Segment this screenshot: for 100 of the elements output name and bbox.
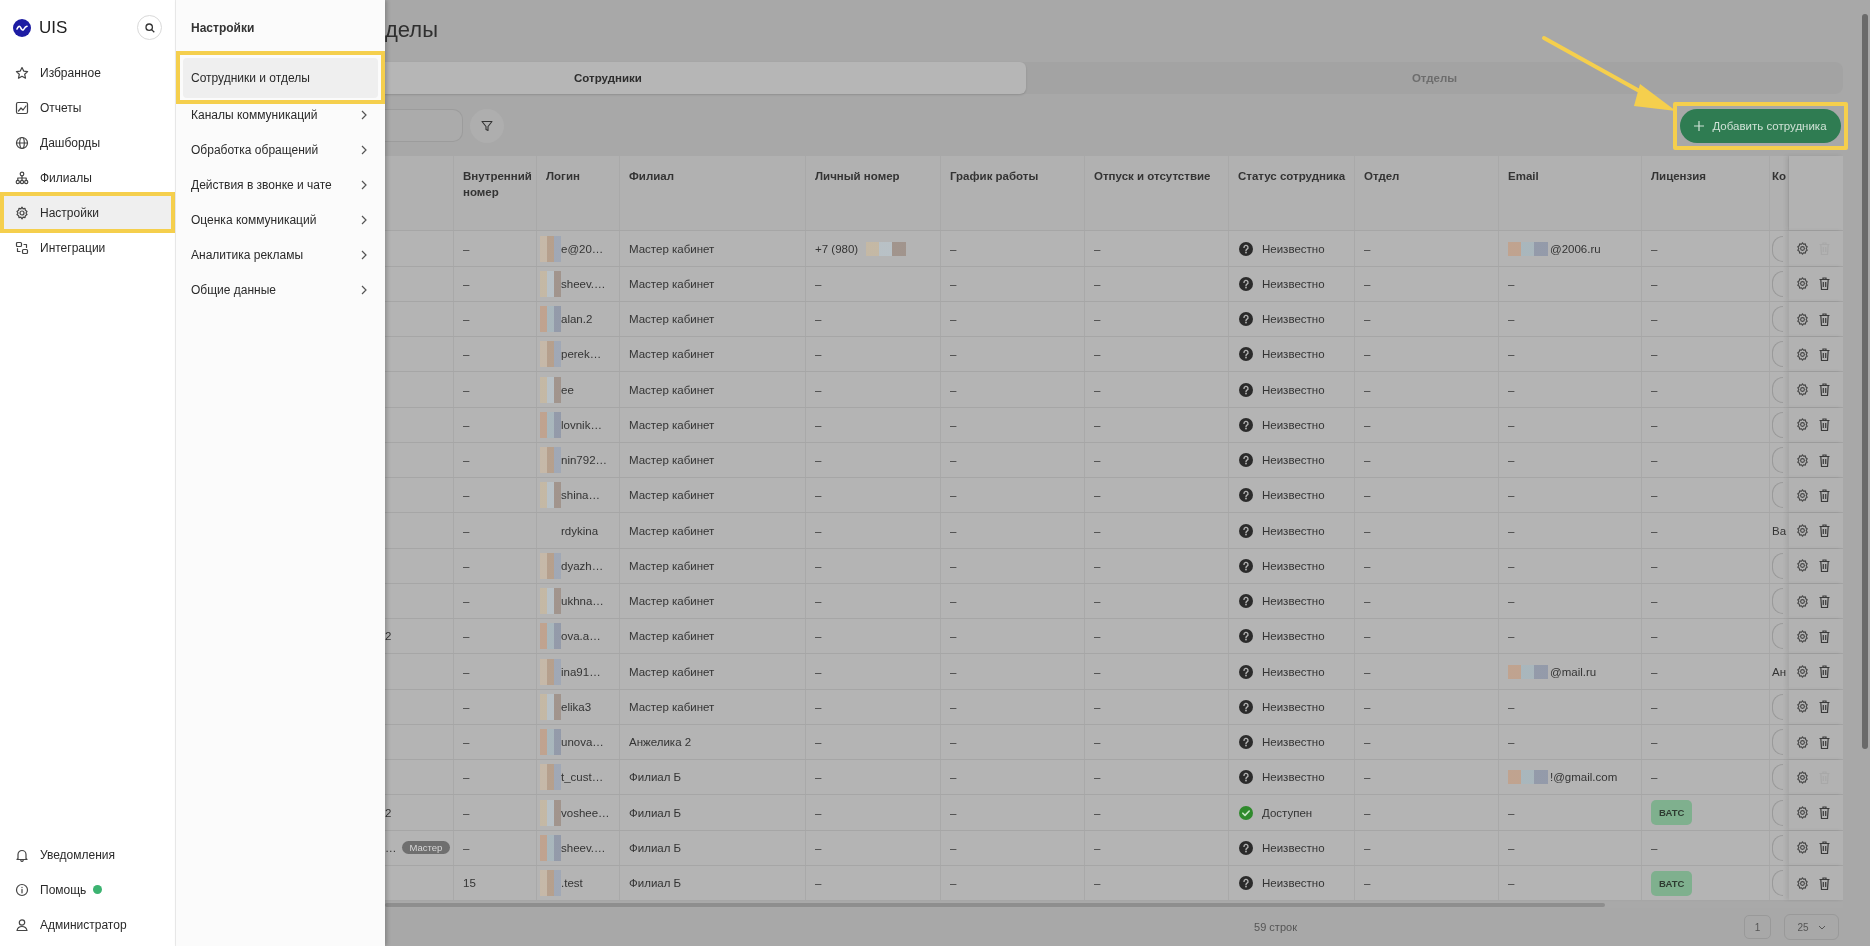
settings-button[interactable] bbox=[1796, 383, 1809, 397]
table-cell: 2 bbox=[385, 806, 392, 819]
sidebar-item[interactable]: Отчеты bbox=[0, 90, 175, 125]
table-cell: – bbox=[463, 313, 470, 326]
column-header[interactable]: Отдел bbox=[1364, 168, 1400, 185]
settings-button[interactable] bbox=[1796, 700, 1809, 714]
scrollbar[interactable] bbox=[1860, 0, 1870, 946]
sidebar-item[interactable]: Избранное bbox=[0, 55, 175, 90]
column-header[interactable]: Логин bbox=[546, 168, 580, 185]
column-header[interactable]: Филиал bbox=[629, 168, 674, 185]
sidebar-item[interactable]: Филиалы bbox=[0, 160, 175, 195]
delete-button[interactable] bbox=[1819, 735, 1830, 749]
delete-button[interactable] bbox=[1819, 277, 1830, 291]
trash-icon bbox=[1819, 347, 1830, 361]
table-cell: – bbox=[1651, 242, 1658, 255]
delete-button[interactable] bbox=[1819, 312, 1830, 326]
column-header[interactable]: Email bbox=[1508, 168, 1539, 185]
delete-button[interactable] bbox=[1819, 665, 1830, 679]
status-label: Неизвестно bbox=[1262, 559, 1325, 572]
sidebar-item[interactable]: Уведомления bbox=[0, 837, 175, 872]
delete-button[interactable] bbox=[1819, 559, 1830, 573]
table-cell: – bbox=[1364, 242, 1371, 255]
sidebar-item[interactable]: Помощь bbox=[0, 872, 175, 907]
delete-button[interactable] bbox=[1819, 418, 1830, 432]
table-cell: – bbox=[950, 313, 957, 326]
filter-button[interactable] bbox=[470, 109, 504, 143]
table-cell: – bbox=[1364, 771, 1371, 784]
delete-button[interactable] bbox=[1819, 383, 1830, 397]
submenu-item[interactable]: Каналы коммуникаций bbox=[176, 97, 385, 132]
submenu-item[interactable]: Общие данные bbox=[176, 272, 385, 307]
status-label: Неизвестно bbox=[1262, 595, 1325, 608]
table-cell: – bbox=[1651, 736, 1658, 749]
settings-button[interactable] bbox=[1796, 665, 1809, 679]
table-cell: – bbox=[815, 277, 822, 290]
settings-button[interactable] bbox=[1796, 806, 1809, 820]
column-header[interactable]: Лицензия bbox=[1651, 168, 1707, 185]
table-cell: – bbox=[1364, 665, 1371, 678]
settings-button[interactable] bbox=[1796, 524, 1809, 538]
delete-button[interactable] bbox=[1819, 700, 1830, 714]
settings-button[interactable] bbox=[1796, 770, 1809, 784]
column-header[interactable]: Внутренний номер bbox=[463, 168, 532, 201]
delete-button[interactable] bbox=[1819, 488, 1830, 502]
table-cell: Мастер кабинет bbox=[629, 630, 715, 643]
table-cell: – bbox=[1364, 841, 1371, 854]
sidebar-item[interactable]: Дашборды bbox=[0, 125, 175, 160]
column-header[interactable]: Отпуск и отсутствие bbox=[1094, 168, 1211, 185]
sidebar-item[interactable]: Интеграции bbox=[0, 230, 175, 265]
table-cell: – bbox=[1651, 630, 1658, 643]
table-cell: – bbox=[1508, 313, 1515, 326]
submenu-item[interactable]: Оценка коммуникаций bbox=[176, 202, 385, 237]
sidebar-item[interactable]: Настройки bbox=[4, 196, 171, 229]
table-cell: alan.2 bbox=[561, 313, 593, 326]
settings-button[interactable] bbox=[1796, 876, 1809, 890]
table-cell: – bbox=[1651, 771, 1658, 784]
settings-button[interactable] bbox=[1796, 277, 1809, 291]
submenu-item[interactable]: Аналитика рекламы bbox=[176, 237, 385, 272]
gear-icon bbox=[1796, 806, 1809, 820]
settings-button[interactable] bbox=[1796, 312, 1809, 326]
delete-button[interactable] bbox=[1819, 524, 1830, 538]
column-header[interactable]: График работы bbox=[950, 168, 1039, 185]
submenu-item[interactable]: Действия в звонке и чате bbox=[176, 167, 385, 202]
delete-button[interactable] bbox=[1819, 806, 1830, 820]
table-cell: – bbox=[1094, 877, 1101, 890]
submenu-title: Настройки bbox=[190, 19, 256, 37]
trash-icon bbox=[1819, 277, 1830, 291]
column-header[interactable]: Личный номер bbox=[815, 168, 900, 185]
column-header[interactable]: Ко bbox=[1772, 168, 1787, 185]
delete-button[interactable] bbox=[1819, 841, 1830, 855]
search-field[interactable] bbox=[385, 109, 463, 143]
settings-button[interactable] bbox=[1796, 488, 1809, 502]
delete-button[interactable] bbox=[1819, 629, 1830, 643]
add-employee-button[interactable]: Добавить сотрудника bbox=[1680, 109, 1841, 143]
tab[interactable]: Сотрудники bbox=[385, 61, 1026, 95]
table-cell: – bbox=[463, 454, 470, 467]
table-cell: – bbox=[1651, 383, 1658, 396]
delete-button[interactable] bbox=[1819, 347, 1830, 361]
settings-button[interactable] bbox=[1796, 242, 1809, 256]
table-cell: – bbox=[815, 524, 822, 537]
delete-button[interactable] bbox=[1819, 594, 1830, 608]
sidebar-item[interactable]: Администратор bbox=[0, 907, 175, 942]
settings-button[interactable] bbox=[1796, 735, 1809, 749]
table-cell: – bbox=[1651, 277, 1658, 290]
delete-button[interactable] bbox=[1819, 453, 1830, 467]
settings-button[interactable] bbox=[1796, 347, 1809, 361]
gear-icon bbox=[1796, 594, 1809, 608]
submenu-item[interactable]: Сотрудники и отделы bbox=[183, 58, 378, 98]
gear-icon bbox=[1796, 629, 1809, 643]
table-cell: Мастер кабинет bbox=[629, 489, 715, 502]
submenu-item[interactable]: Обработка обращений bbox=[176, 132, 385, 167]
delete-button[interactable] bbox=[1819, 876, 1830, 890]
table-cell: – bbox=[1094, 630, 1101, 643]
row-count: 59 строк bbox=[1254, 921, 1297, 934]
search-button[interactable] bbox=[137, 15, 162, 40]
settings-button[interactable] bbox=[1796, 629, 1809, 643]
column-header[interactable]: Статус сотрудника bbox=[1238, 168, 1346, 185]
settings-button[interactable] bbox=[1796, 594, 1809, 608]
settings-button[interactable] bbox=[1796, 453, 1809, 467]
settings-button[interactable] bbox=[1796, 841, 1809, 855]
settings-button[interactable] bbox=[1796, 418, 1809, 432]
settings-button[interactable] bbox=[1796, 559, 1809, 573]
